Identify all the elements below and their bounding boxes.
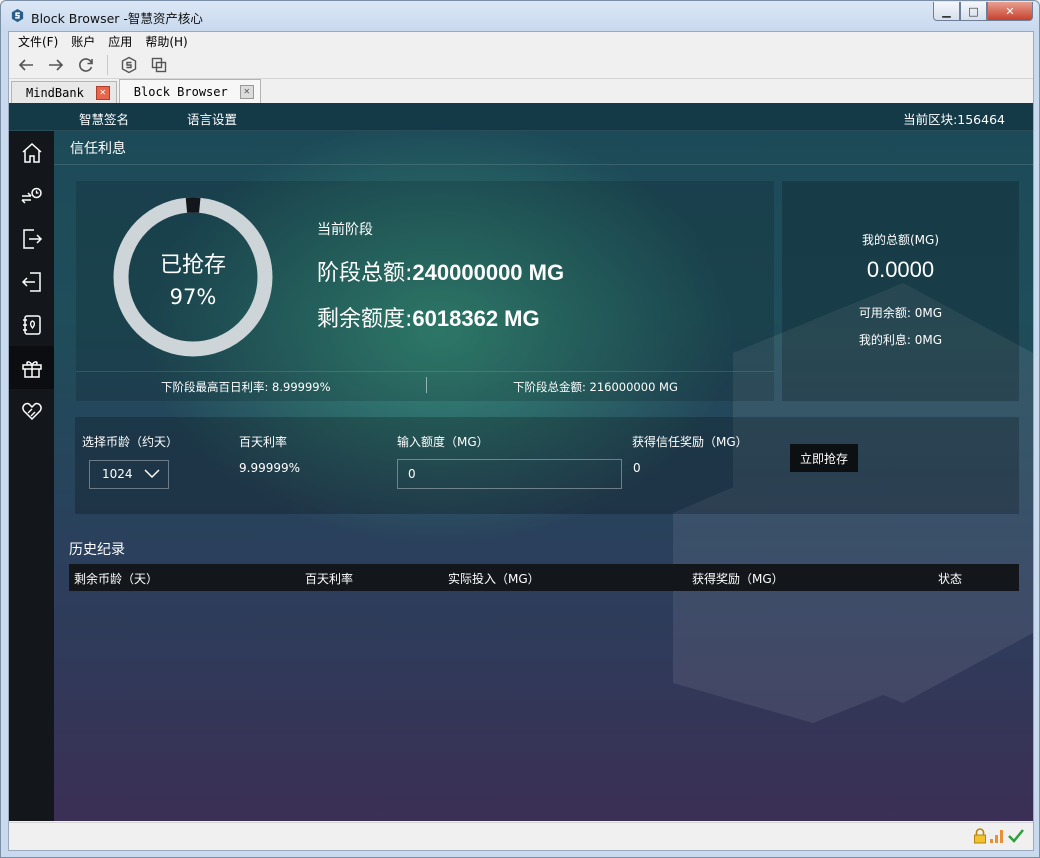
toolbar — [9, 51, 1033, 79]
signal-strength-icon — [990, 830, 1003, 843]
coin-age-select[interactable]: 1024 — [89, 460, 169, 489]
app-content: 智慧签名 语言设置 当前区块:156464 信任利息 已抢存 97% 当前阶段 … — [9, 103, 1033, 821]
menu-bar: 文件(F) 账户 应用 帮助(H) — [9, 32, 1033, 50]
history-table-header: 剩余币龄（天） 百天利率 实际投入（MG） 获得奖励（MG） 状态 — [69, 564, 1019, 591]
amount-input-value: 0 — [408, 467, 416, 481]
nav-smart-sign[interactable]: 智慧签名 — [79, 109, 129, 128]
amount-input[interactable]: 0 — [397, 459, 622, 489]
menu-help[interactable]: 帮助(H) — [142, 32, 197, 50]
ring-label: 已抢存 — [159, 253, 226, 278]
stage-total-label: 阶段总额: — [317, 261, 413, 286]
history-title: 历史纪录 — [69, 542, 125, 558]
available-balance: 可用余额: 0MG — [858, 306, 943, 320]
menu-file[interactable]: 文件(F) — [15, 32, 68, 50]
stage-remaining-value: 6018362 MG — [412, 306, 540, 331]
charity-heart-icon — [21, 402, 42, 420]
exchange-clock-icon — [20, 187, 42, 204]
sidebar-item-charity[interactable] — [9, 389, 54, 432]
stage-footer: 下阶段最高百日利率: 8.99999% 下阶段总金额: 216000000 MG — [76, 371, 774, 401]
column-header: 实际投入（MG） — [448, 572, 540, 586]
tab-block-browser[interactable]: Block Browser ✕ — [118, 79, 261, 103]
app-window: Block Browser -智慧资产核心 ▁ □ ✕ 文件(F) 账户 应用 … — [0, 0, 1040, 858]
my-total-panel: 我的总额(MG) 0.0000 可用余额: 0MG 我的利息: 0MG — [782, 181, 1019, 401]
next-stage-rate: 下阶段最高百日利率: 8.99999% — [161, 380, 331, 394]
sidebar-item-export[interactable] — [9, 217, 54, 260]
stage-panel: 已抢存 97% 当前阶段 阶段总额:240000000 MG 剩余额度:6018… — [76, 181, 774, 401]
reward-label: 获得信任奖励（MG） — [632, 435, 748, 449]
tab-label: MindBank — [26, 85, 84, 100]
column-header: 百天利率 — [305, 572, 354, 586]
connected-check-icon — [1008, 829, 1024, 843]
next-stage-total: 下阶段总金额: 216000000 MG — [513, 380, 678, 394]
my-total-title: 我的总额(MG) — [861, 233, 940, 247]
stage-total-value: 240000000 MG — [412, 260, 565, 285]
sidebar-item-import[interactable] — [9, 260, 54, 303]
block-logo-icon[interactable] — [118, 54, 140, 76]
tab-mindbank[interactable]: MindBank ✕ — [11, 81, 117, 103]
window-title: Block Browser -智慧资产核心 — [31, 11, 203, 26]
my-total-value: 0.0000 — [866, 257, 935, 282]
coin-age-label: 选择币龄（约天） — [82, 435, 179, 449]
status-bar — [9, 822, 1033, 850]
contacts-icon — [22, 314, 41, 335]
top-nav: 智慧签名 语言设置 当前区块:156464 — [9, 103, 1033, 131]
coin-age-value: 1024 — [102, 467, 133, 481]
current-block: 当前区块:156464 — [903, 112, 1005, 127]
nav-language-settings[interactable]: 语言设置 — [187, 109, 237, 128]
sidebar-item-exchange[interactable] — [9, 174, 54, 217]
page-title: 信任利息 — [70, 141, 126, 157]
export-icon — [22, 228, 42, 249]
title-divider — [54, 164, 1033, 165]
lock-icon — [974, 828, 986, 844]
ring-percent: 97% — [169, 285, 217, 309]
column-header: 获得奖励（MG） — [692, 572, 784, 586]
rate-value: 9.99999% — [239, 461, 301, 475]
menu-apps[interactable]: 应用 — [105, 32, 142, 50]
import-icon — [21, 271, 41, 292]
stage-remaining: 剩余额度:6018362 MG — [317, 301, 540, 333]
column-header: 剩余币龄（天） — [74, 572, 159, 586]
current-stage-label: 当前阶段 — [317, 222, 373, 238]
rate-label: 百天利率 — [239, 435, 288, 449]
toolbar-divider — [107, 54, 108, 75]
stage-remaining-label: 剩余额度: — [317, 307, 413, 332]
deposit-form: 选择币龄（约天） 1024 百天利率 9.99999% 输入额度（MG） 0 获… — [75, 417, 1019, 514]
sidebar — [9, 131, 54, 821]
sidebar-item-contacts[interactable] — [9, 303, 54, 346]
gift-icon — [21, 360, 42, 378]
footer-divider — [426, 377, 427, 393]
tab-close-icon[interactable]: ✕ — [239, 84, 254, 99]
stage-total: 阶段总额:240000000 MG — [317, 255, 564, 287]
sidebar-item-home[interactable] — [9, 131, 54, 174]
chevron-down-icon — [144, 469, 160, 479]
my-interest: 我的利息: 0MG — [858, 333, 943, 347]
client-area: 文件(F) 账户 应用 帮助(H) MindBank ✕ Block Brows… — [8, 31, 1034, 851]
app-logo-icon — [11, 8, 24, 23]
tab-strip: MindBank ✕ Block Browser ✕ — [9, 79, 1033, 103]
menu-account[interactable]: 账户 — [68, 32, 105, 50]
tab-close-icon[interactable]: ✕ — [95, 85, 110, 100]
reward-value: 0 — [633, 461, 641, 475]
home-icon — [22, 142, 41, 163]
minimize-button[interactable]: ▁ — [933, 2, 960, 21]
amount-label: 输入额度（MG） — [397, 435, 489, 449]
sidebar-item-trust-interest[interactable] — [9, 346, 54, 389]
copy-window-icon[interactable] — [148, 54, 170, 76]
column-header: 状态 — [938, 572, 963, 586]
close-button[interactable]: ✕ — [987, 2, 1033, 21]
back-arrow-icon[interactable] — [15, 54, 37, 76]
progress-ring: 已抢存 97% — [111, 195, 275, 359]
maximize-button[interactable]: □ — [960, 2, 987, 21]
title-bar[interactable]: Block Browser -智慧资产核心 ▁ □ ✕ — [1, 1, 1039, 31]
deposit-now-button[interactable]: 立即抢存 — [790, 444, 858, 472]
forward-arrow-icon[interactable] — [45, 54, 67, 76]
tab-label: Block Browser — [133, 84, 228, 99]
refresh-icon[interactable] — [75, 54, 97, 76]
